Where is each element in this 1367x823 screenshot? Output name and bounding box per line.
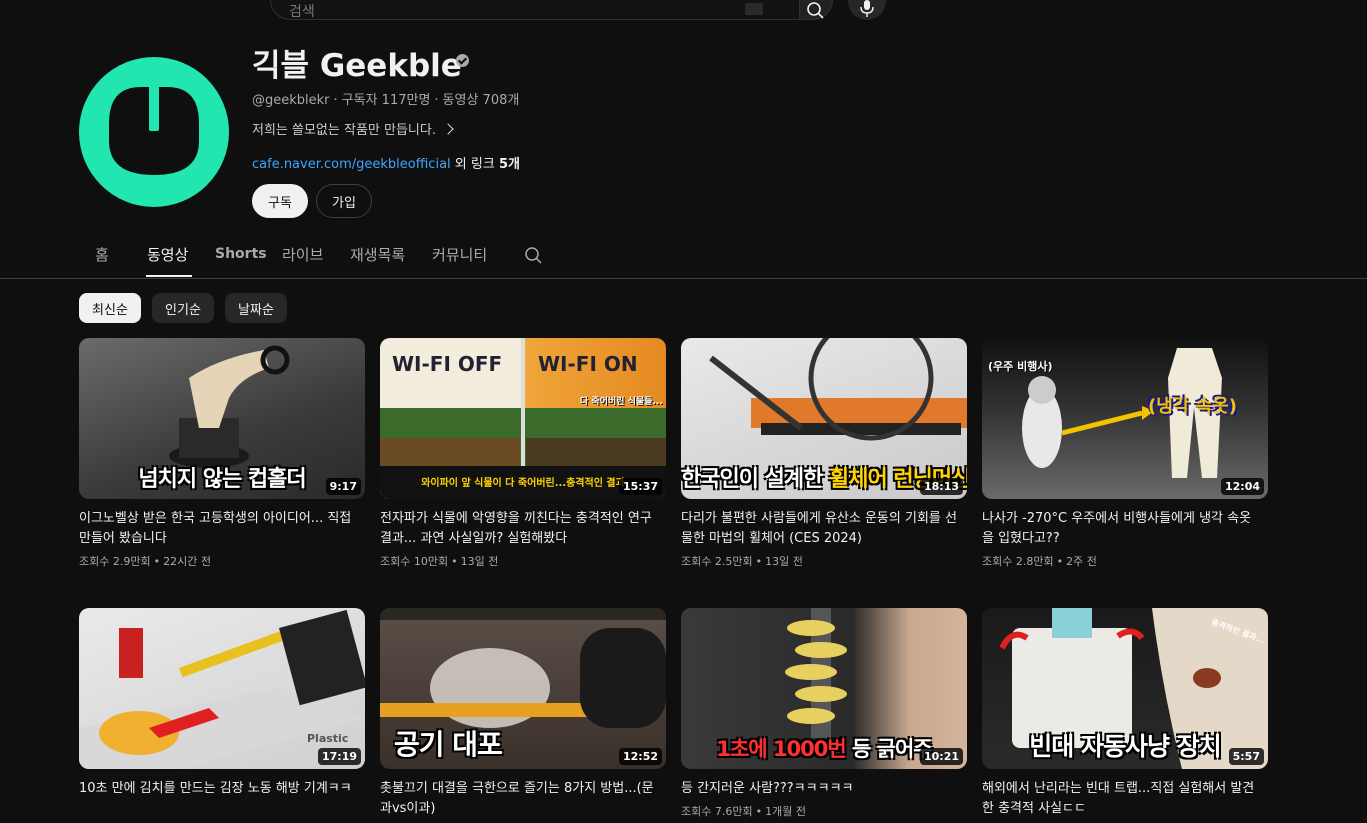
keyboard-icon[interactable]: [745, 3, 763, 15]
thumbnail-small-label: Plastic: [307, 732, 349, 745]
video-title[interactable]: 이그노벨상 받은 한국 고등학생의 아이디어... 직접 만들어 봤습니다: [79, 509, 359, 549]
tab-community[interactable]: 커뮤니티: [432, 244, 487, 265]
video-title[interactable]: 등 간지러운 사람???ㅋㅋㅋㅋㅋ: [681, 779, 961, 799]
tab-videos[interactable]: 동영상: [147, 244, 188, 265]
thumbnail-caption: 넘치지 않는 컵홀더: [138, 467, 306, 492]
subscribe-button[interactable]: 구독: [252, 184, 308, 218]
video-card[interactable]: (우주 비행사) (냉각 속옷) 12:04 나사가 -270°C 우주에서 비…: [982, 338, 1268, 569]
video-duration: 18:13: [919, 478, 963, 495]
tab-home[interactable]: 홈: [95, 244, 109, 265]
thumbnail-label-right: WI-FI ON: [538, 352, 638, 376]
verified-badge-icon: [456, 54, 469, 67]
video-card[interactable]: WI-FI OFF WI-FI ON 다 죽어버린 식물들... 와이파이 앞 …: [380, 338, 666, 569]
video-duration: 17:19: [317, 748, 361, 765]
channel-name: 긱블 Geekble: [252, 48, 462, 84]
video-thumbnail[interactable]: (우주 비행사) (냉각 속옷) 12:04: [982, 338, 1268, 499]
search-input[interactable]: 검색: [270, 0, 800, 20]
description-text: 저희는 쓸모없는 작품만 만듭니다.: [252, 123, 436, 138]
video-title[interactable]: 10초 만에 김치를 만드는 김장 노동 해방 기계ㅋㅋ: [79, 779, 359, 799]
video-stats: 조회수 2.5만회 • 13일 전: [681, 555, 803, 568]
microphone-icon: [860, 0, 874, 17]
chip-oldest[interactable]: 날짜순: [225, 293, 287, 323]
thumbnail-small-label: 다 죽어버린 식물들...: [580, 397, 663, 407]
channel-search-icon[interactable]: [524, 246, 544, 266]
video-duration: 12:04: [1220, 478, 1264, 495]
tab-live[interactable]: 라이브: [282, 244, 323, 265]
tab-shorts[interactable]: Shorts: [215, 246, 267, 262]
video-stats: 조회수 2.8만회 • 2주 전: [982, 555, 1097, 568]
channel-avatar[interactable]: [79, 57, 229, 207]
video-card[interactable]: Plastic 17:19 10초 만에 김치를 만드는 김장 노동 해방 기계…: [79, 608, 365, 803]
search-button[interactable]: [800, 0, 833, 20]
video-stats: 조회수 7.6만회 • 1개월 전: [681, 805, 806, 818]
more-links[interactable]: 외 링크 5개: [455, 157, 520, 172]
video-title[interactable]: 해외에서 난리라는 빈대 트랩...직접 실험해서 발견한 충격적 사실ㄷㄷ: [982, 779, 1262, 819]
video-duration: 9:17: [325, 478, 361, 495]
channel-handle: @geekblekr: [252, 93, 330, 108]
video-card[interactable]: 1초에 1000번 등 긁어주 10:21 등 간지러운 사람???ㅋㅋㅋㅋㅋ …: [681, 608, 967, 819]
channel-meta: @geekblekr · 구독자 117만명 · 동영상 708개: [252, 93, 520, 108]
channel-description[interactable]: 저희는 쓸모없는 작품만 만듭니다.: [252, 119, 454, 138]
video-title[interactable]: 촛불끄기 대결을 극한으로 즐기는 8가지 방법...(문과vs이과): [380, 779, 660, 819]
video-thumbnail[interactable]: Plastic 17:19: [79, 608, 365, 769]
video-duration: 10:21: [919, 748, 963, 765]
voice-search-button[interactable]: [848, 0, 886, 20]
video-card[interactable]: 충격적인 결과... 빈대 자동사냥 장치 5:57 해외에서 난리라는 빈대 …: [982, 608, 1268, 823]
video-thumbnail[interactable]: WI-FI OFF WI-FI ON 다 죽어버린 식물들... 와이파이 앞 …: [380, 338, 666, 499]
chip-popular[interactable]: 인기순: [152, 293, 214, 323]
video-stats: 조회수 2.9만회 • 22시간 전: [79, 555, 211, 568]
channel-link[interactable]: cafe.naver.com/geekbleofficial: [252, 157, 451, 172]
channel-links: cafe.naver.com/geekbleofficial 외 링크 5개: [252, 153, 520, 172]
video-duration: 15:37: [618, 478, 662, 495]
search-placeholder: 검색: [289, 4, 315, 20]
video-card[interactable]: 공기 대포 12:52 촛불끄기 대결을 극한으로 즐기는 8가지 방법...(…: [380, 608, 666, 823]
video-card[interactable]: 넘치지 않는 컵홀더 9:17 이그노벨상 받은 한국 고등학생의 아이디어..…: [79, 338, 365, 569]
thumbnail-caption: 공기 대포: [394, 728, 503, 761]
geekble-logo-icon: [109, 83, 199, 175]
thumbnail-label-left: WI-FI OFF: [392, 352, 503, 376]
video-duration: 5:57: [1228, 748, 1264, 765]
video-duration: 12:52: [618, 748, 662, 765]
video-title[interactable]: 전자파가 식물에 악영향을 끼친다는 충격적인 연구결과... 과연 사실일까?…: [380, 509, 660, 549]
join-button[interactable]: 가입: [316, 184, 372, 218]
video-thumbnail[interactable]: 1초에 1000번 등 긁어주 10:21: [681, 608, 967, 769]
search-icon: [807, 2, 824, 19]
video-card[interactable]: 한국인이 설계한 휠체어 런닝머신 18:13 다리가 불편한 사람들에게 유산…: [681, 338, 967, 569]
channel-tabs: 홈 동영상 Shorts 라이브 재생목록 커뮤니티: [0, 236, 1367, 279]
thumbnail-caption: 빈대 자동사냥 장치: [1029, 732, 1221, 761]
chevron-right-icon: [442, 123, 454, 135]
thumbnail-label-left: (우주 비행사): [988, 360, 1053, 373]
tab-playlists[interactable]: 재생목록: [350, 244, 405, 265]
chip-latest[interactable]: 최신순: [79, 293, 141, 323]
video-thumbnail[interactable]: 공기 대포 12:52: [380, 608, 666, 769]
video-stats: 조회수 10만회 • 13일 전: [380, 555, 499, 568]
video-thumbnail[interactable]: 충격적인 결과... 빈대 자동사냥 장치 5:57: [982, 608, 1268, 769]
video-title[interactable]: 다리가 불편한 사람들에게 유산소 운동의 기회를 선물한 마법의 휠체어 (C…: [681, 509, 961, 549]
video-thumbnail[interactable]: 넘치지 않는 컵홀더 9:17: [79, 338, 365, 499]
video-thumbnail[interactable]: 한국인이 설계한 휠체어 런닝머신 18:13: [681, 338, 967, 499]
video-count: 동영상 708개: [442, 93, 520, 108]
active-tab-indicator: [146, 275, 192, 277]
subscriber-count: 구독자 117만명: [341, 93, 431, 108]
video-title[interactable]: 나사가 -270°C 우주에서 비행사들에게 냉각 속옷을 입혔다고??: [982, 509, 1262, 549]
thumbnail-label-right: (냉각 속옷): [1148, 396, 1237, 417]
